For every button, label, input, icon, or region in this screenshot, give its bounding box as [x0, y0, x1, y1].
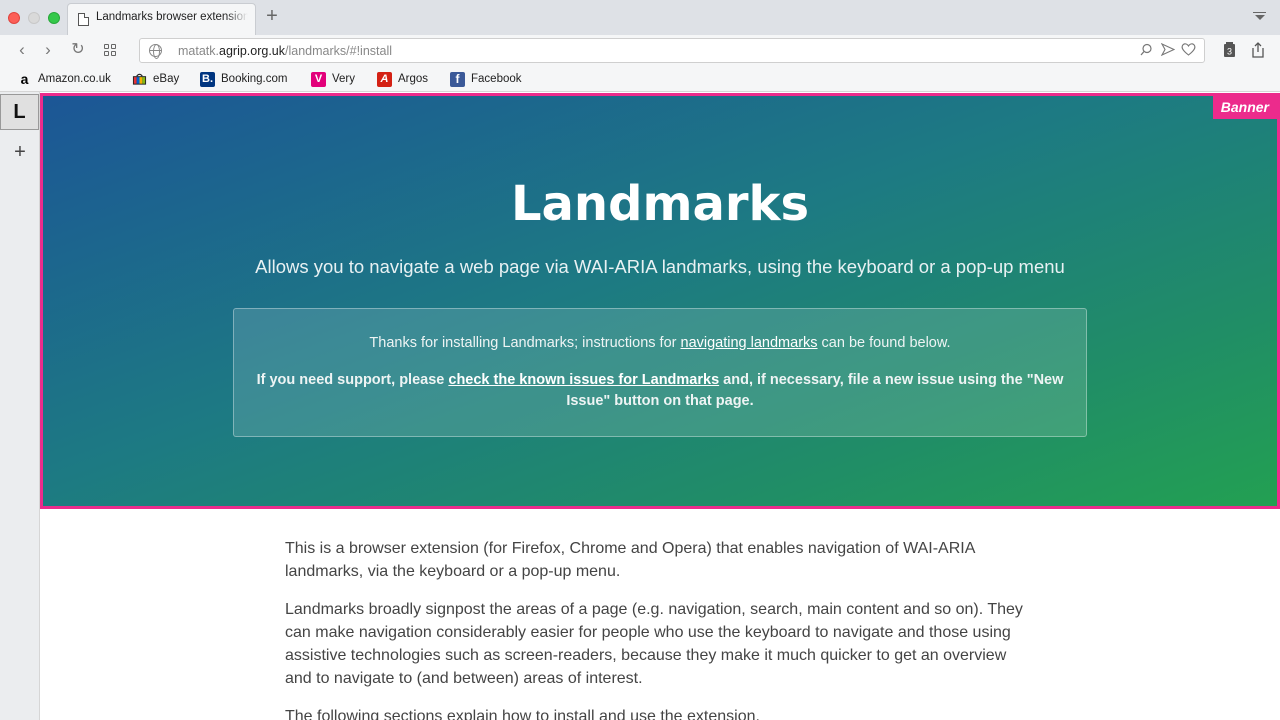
notice-line-1: Thanks for installing Landmarks; instruc… [369, 335, 951, 351]
close-window-button[interactable] [8, 12, 20, 24]
navigating-landmarks-link[interactable]: navigating landmarks [681, 335, 818, 351]
globe-icon [149, 44, 162, 59]
known-issues-link[interactable]: check the known issues for Landmarks [448, 372, 719, 388]
intro-paragraph: This is a browser extension (for Firefox… [285, 540, 975, 580]
bookmarks-bar: a Amazon.co.uk eBay B. Booking.com V Ver… [0, 66, 1280, 92]
send-icon[interactable] [1160, 42, 1175, 59]
tab-title: Landmarks browser extension [96, 11, 248, 23]
banner-landmark: Banner Landmarks Allows you to navigate … [40, 93, 1280, 509]
landmarks-sidebar-button[interactable]: L [0, 94, 39, 130]
booking-icon: B. [200, 71, 215, 87]
extension-icon[interactable]: 3 [1222, 41, 1238, 59]
bookmark-booking[interactable]: B. Booking.com [200, 71, 287, 87]
banner-landmark-label: Banner [1212, 96, 1277, 119]
tab-strip: Landmarks browser extension + [0, 0, 1280, 35]
browser-toolbar: ‹ › ↻ matatk.agrip.org.uk/landmarks/#!in… [0, 35, 1280, 66]
bookmark-argos[interactable]: A Argos [377, 71, 428, 87]
share-icon[interactable] [1250, 41, 1266, 59]
svg-text:3: 3 [1227, 47, 1232, 57]
landmarks-paragraph: Landmarks broadly signpost the areas of … [285, 601, 1023, 687]
install-notice: Thanks for installing Landmarks; instruc… [233, 308, 1087, 437]
browser-sidebar: L + [0, 92, 40, 720]
bookmark-ebay[interactable]: eBay [132, 71, 179, 87]
bookmark-very[interactable]: V Very [311, 71, 355, 87]
browser-tab-active[interactable]: Landmarks browser extension [67, 3, 256, 35]
maximize-window-button[interactable] [48, 12, 60, 24]
search-icon[interactable] [1139, 43, 1154, 59]
forward-arrow-icon[interactable]: › [38, 40, 58, 60]
page-icon [78, 13, 89, 26]
sections-paragraph: The following sections explain how to in… [285, 708, 760, 720]
bookmark-amazon[interactable]: a Amazon.co.uk [17, 71, 111, 87]
url-actions [1139, 42, 1196, 60]
minimize-window-button[interactable] [28, 12, 40, 24]
reload-icon[interactable]: ↻ [68, 40, 88, 60]
speed-dial-grid-icon[interactable] [104, 44, 117, 56]
notice-line-2: If you need support, please check the kn… [256, 372, 1064, 409]
heart-icon[interactable] [1181, 43, 1196, 59]
facebook-icon: f [450, 71, 465, 87]
add-panel-plus-icon[interactable]: + [10, 142, 30, 162]
very-icon: V [311, 71, 326, 87]
back-arrow-icon[interactable]: ‹ [12, 40, 32, 60]
url-text[interactable]: matatk.agrip.org.uk/landmarks/#!install [178, 44, 392, 58]
main-content: This is a browser extension (for Firefox… [285, 537, 1030, 720]
bookmark-facebook[interactable]: f Facebook [450, 71, 522, 87]
tabs-menu-icon[interactable] [1252, 10, 1268, 24]
address-bar[interactable]: matatk.agrip.org.uk/landmarks/#!install [139, 38, 1205, 63]
ebay-icon [132, 72, 147, 87]
page-lede: Allows you to navigate a web page via WA… [255, 256, 1065, 277]
new-tab-plus-icon[interactable]: + [262, 6, 282, 27]
page-title: Landmarks [510, 176, 810, 232]
argos-icon: A [377, 71, 392, 87]
amazon-icon: a [20, 71, 29, 87]
